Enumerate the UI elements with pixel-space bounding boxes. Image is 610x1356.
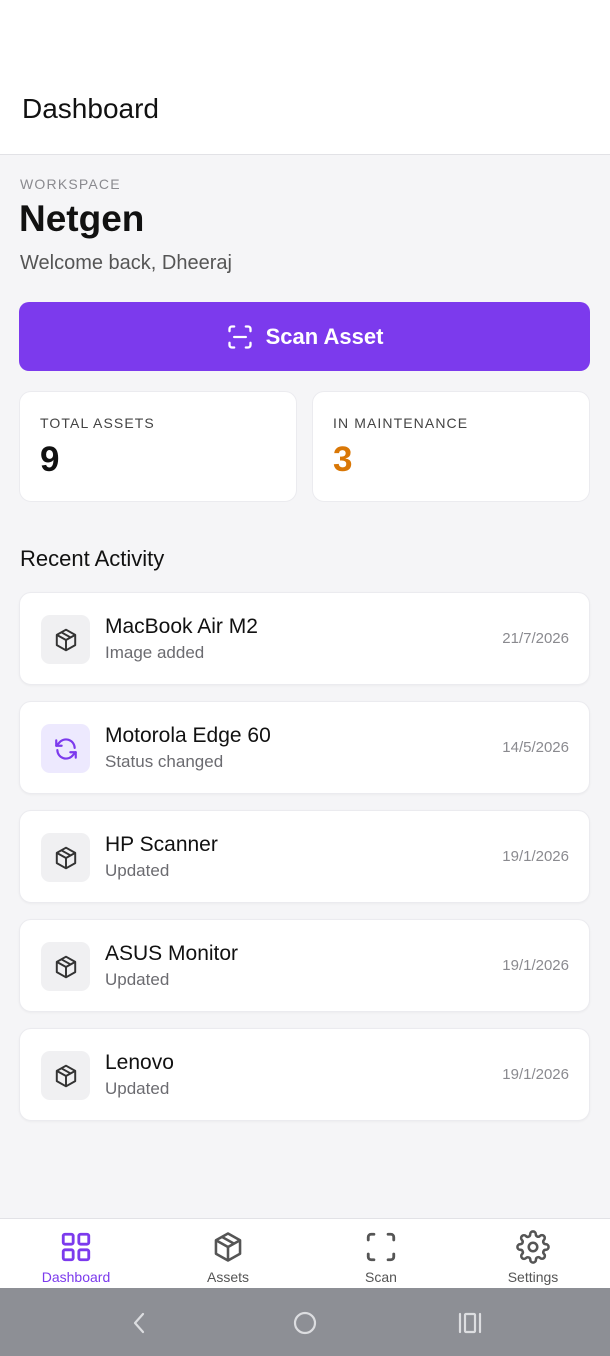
activity-asset-name: Lenovo [105,1051,174,1074]
nav-dashboard[interactable]: Dashboard [0,1219,152,1289]
activity-action: Image added [105,643,205,662]
workspace-label: WORKSPACE [20,176,121,192]
list-item[interactable]: ASUS Monitor Updated 19/1/2026 [19,919,590,1012]
box-icon [41,1051,90,1100]
welcome-message: Welcome back, Dheeraj [20,252,232,274]
activity-asset-name: Motorola Edge 60 [105,724,271,747]
total-assets-label: TOTAL ASSETS [40,415,155,431]
activity-asset-name: HP Scanner [105,833,218,856]
box-icon [214,1232,242,1262]
scan-icon [226,323,254,351]
activity-date: 19/1/2026 [502,957,569,974]
activity-list: MacBook Air M2 Image added 21/7/2026 Mot… [19,592,590,1137]
list-item[interactable]: Lenovo Updated 19/1/2026 [19,1028,590,1121]
activity-action: Status changed [105,752,224,771]
refresh-icon [41,724,90,773]
maintenance-card[interactable]: IN MAINTENANCE 3 [312,391,590,502]
box-icon [41,942,90,991]
nav-settings[interactable]: Settings [457,1219,609,1289]
total-assets-value: 9 [40,440,60,479]
activity-date: 21/7/2026 [502,630,569,647]
list-item[interactable]: Motorola Edge 60 Status changed 14/5/202… [19,701,590,794]
activity-action: Updated [105,970,170,989]
scan-asset-label: Scan Asset [265,323,384,349]
list-item[interactable]: MacBook Air M2 Image added 21/7/2026 [19,592,590,685]
scan-frame-icon [366,1232,396,1262]
nav-assets-label: Assets [206,1269,249,1285]
nav-assets[interactable]: Assets [152,1219,304,1289]
scan-asset-button[interactable]: Scan Asset [19,302,590,371]
activity-date: 14/5/2026 [502,739,569,756]
list-item[interactable]: HP Scanner Updated 19/1/2026 [19,810,590,903]
maintenance-label: IN MAINTENANCE [333,415,469,431]
activity-asset-name: ASUS Monitor [105,942,239,965]
gear-icon [516,1230,550,1264]
activity-action: Updated [105,1079,170,1098]
nav-dashboard-label: Dashboard [41,1269,111,1285]
activity-asset-name: MacBook Air M2 [105,615,258,638]
page-title: Dashboard [22,93,159,124]
box-icon [41,615,90,664]
nav-settings-label: Settings [507,1269,559,1285]
nav-scan[interactable]: Scan [305,1219,457,1289]
recents-icon[interactable] [455,1308,485,1338]
bottom-nav: Dashboard Assets Scan Settings [0,1218,610,1288]
recent-activity-title: Recent Activity [20,546,165,571]
box-icon [41,833,90,882]
system-nav-bar [0,1288,610,1356]
nav-scan-label: Scan [365,1269,397,1285]
grid-icon [61,1232,91,1262]
activity-action: Updated [105,861,170,880]
back-icon[interactable] [124,1308,154,1338]
home-icon[interactable] [290,1308,320,1338]
total-assets-card[interactable]: TOTAL ASSETS 9 [19,391,297,502]
workspace-name: Netgen [19,198,145,239]
app-header: Dashboard [0,0,610,155]
maintenance-value: 3 [333,440,353,479]
activity-date: 19/1/2026 [502,848,569,865]
activity-date: 19/1/2026 [502,1066,569,1083]
